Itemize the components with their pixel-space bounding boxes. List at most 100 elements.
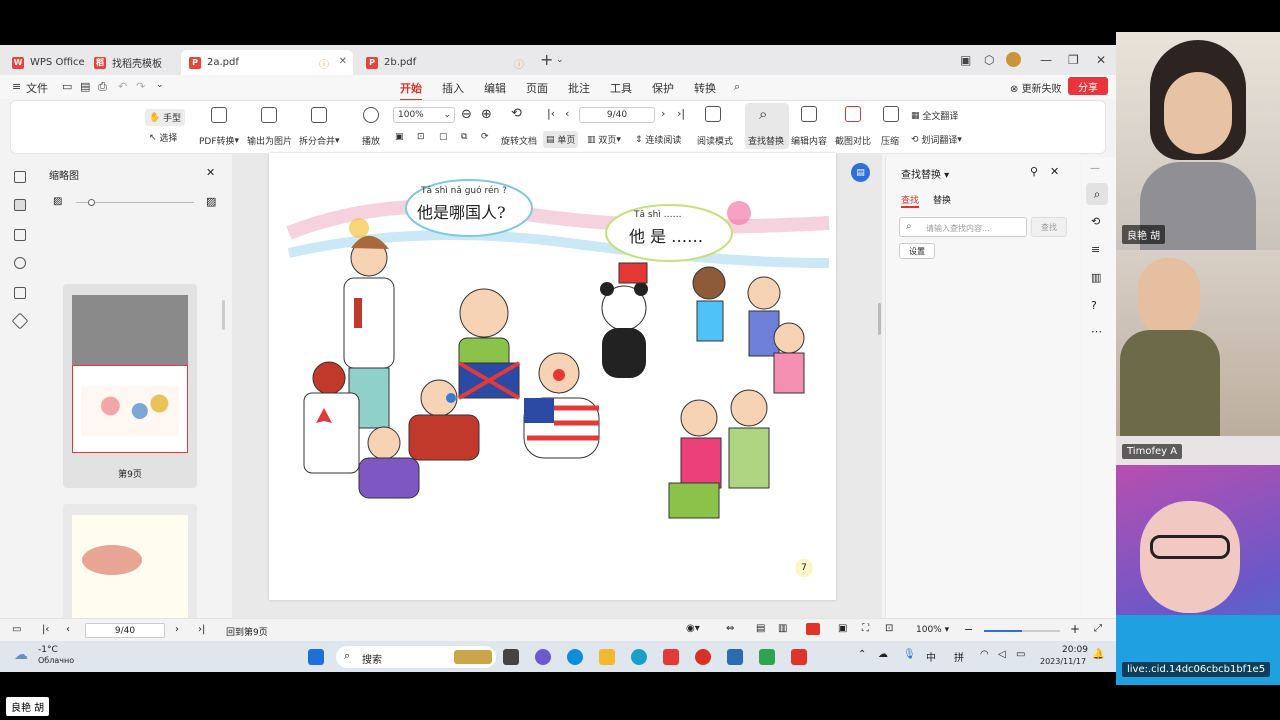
search-panel-icon[interactable]: ⌕ xyxy=(1086,183,1108,205)
book-icon[interactable]: ▥ xyxy=(1091,271,1101,284)
notification-icon[interactable]: 🔔 xyxy=(1092,649,1104,660)
more-icon[interactable]: ⋯ xyxy=(1091,325,1102,338)
edge-icon[interactable] xyxy=(631,649,647,665)
collapse-icon[interactable]: — xyxy=(1090,163,1100,174)
find-button[interactable]: 查找 xyxy=(1031,217,1067,237)
fit-width-icon[interactable]: ⇔ xyxy=(726,623,734,634)
first-page-icon[interactable]: |‹ xyxy=(547,107,555,120)
tab-replace[interactable]: 替换 xyxy=(933,193,951,206)
first-page-icon[interactable]: |‹ xyxy=(42,624,49,635)
zoom-out-icon[interactable]: − xyxy=(964,623,973,636)
windows-start-icon[interactable] xyxy=(308,649,324,665)
copy-icon[interactable]: ⧉ xyxy=(461,132,467,142)
thumbnail-page-9[interactable] xyxy=(72,365,188,453)
thumbnail-selected-frame[interactable]: 第9页 xyxy=(63,284,197,488)
video-tile-teacher[interactable]: 良艳 胡 xyxy=(1116,32,1280,250)
tab-wps-office[interactable]: W WPS Office xyxy=(4,50,93,75)
wifi-icon[interactable]: ◠ xyxy=(980,649,989,660)
thumbnail-next-frame[interactable] xyxy=(63,504,197,627)
hand-tool-button[interactable]: ✋ 手型 xyxy=(145,109,186,126)
fit-icon[interactable]: ▣ xyxy=(395,132,404,142)
close-window-icon[interactable]: ✕ xyxy=(1096,53,1106,67)
play-button[interactable]: 播放 xyxy=(362,134,380,147)
status-zoom[interactable]: 100% ▾ xyxy=(916,625,949,635)
select-tool-button[interactable]: ↖ 选择 xyxy=(149,131,177,145)
single-page-icon[interactable]: ▤ xyxy=(756,623,765,634)
fullscreen-icon[interactable]: ⛶ xyxy=(862,623,869,634)
volume-icon[interactable]: ◁ xyxy=(998,649,1006,660)
clock-date[interactable]: 2023/11/17 xyxy=(1040,657,1086,666)
taskbar-search[interactable]: ⌕ 搜索 xyxy=(336,646,496,668)
skype-icon[interactable] xyxy=(567,649,583,665)
compress-button[interactable]: 压缩 xyxy=(881,134,899,147)
prev-page-icon[interactable]: ‹ xyxy=(66,624,70,635)
zoom-slider[interactable] xyxy=(984,630,1060,632)
play-icon[interactable] xyxy=(806,623,820,635)
ime-chinese[interactable]: 中 xyxy=(926,649,936,664)
full-translate-button[interactable]: ▦ 全文翻译 xyxy=(911,109,958,123)
crop-icon[interactable]: ⊡ xyxy=(417,132,425,142)
clock-time[interactable]: 20:09 xyxy=(1062,645,1088,655)
find-panel-title[interactable]: 查找替换 ▾ xyxy=(901,166,949,181)
back-to-page-link[interactable]: 回到第9页 xyxy=(226,625,268,638)
restore-icon[interactable]: ❐ xyxy=(1068,53,1079,67)
help-icon[interactable]: ? xyxy=(1091,299,1097,312)
zoom-select[interactable]: 100% ⌄ xyxy=(393,107,455,123)
undo-icon[interactable]: ↶ xyxy=(118,80,127,93)
fit-page-icon[interactable]: ▣ xyxy=(838,623,847,634)
print-icon[interactable]: ⎙ xyxy=(98,80,107,94)
layout-icon[interactable]: ▣ xyxy=(960,53,971,67)
document-scrollbar[interactable] xyxy=(878,303,881,335)
tab-2b-pdf[interactable]: P 2b.pdf ⓘ xyxy=(358,50,530,75)
double-page-button[interactable]: ▥ 双页 ▾ xyxy=(587,133,621,147)
prev-page-icon[interactable]: ‹ xyxy=(565,107,569,120)
thumbnail-page-8[interactable] xyxy=(72,295,188,365)
chat-app-icon[interactable] xyxy=(535,649,551,665)
next-page-icon[interactable]: › xyxy=(661,107,665,120)
menu-icon[interactable]: ≡ xyxy=(12,80,21,93)
close-panel-icon[interactable]: ✕ xyxy=(1050,165,1059,178)
bookmark-icon[interactable] xyxy=(14,171,26,183)
pdf-convert-button[interactable]: PDF转换 ▾ xyxy=(199,134,239,148)
translate-icon[interactable]: ⟲ xyxy=(1091,215,1100,228)
menu-insert[interactable]: 插入 xyxy=(442,80,464,96)
file-explorer-icon[interactable] xyxy=(599,649,615,665)
menu-protect[interactable]: 保护 xyxy=(652,80,674,96)
double-page-icon[interactable]: ▥ xyxy=(778,623,787,634)
new-tab-icon[interactable]: + xyxy=(540,50,553,69)
screenshot-icon[interactable]: ⊡ xyxy=(885,623,893,634)
status-page-input[interactable]: 9/40 xyxy=(85,623,165,638)
screenshot-compare-button[interactable]: 截图对比 xyxy=(835,134,871,147)
settings-button[interactable]: 设置 xyxy=(899,243,935,259)
video-tile-student[interactable]: live:.cid.14dc06cbcb1bf1e5 xyxy=(1116,465,1280,685)
menu-tools[interactable]: 工具 xyxy=(610,80,632,96)
read-mode-button[interactable]: 阅读模式 xyxy=(697,134,733,147)
yandex-browser-icon[interactable] xyxy=(695,649,711,665)
split-merge-button[interactable]: 拆分合并 ▾ xyxy=(299,134,340,148)
chevron-down-icon[interactable]: ⌄ xyxy=(556,55,564,65)
battery-icon[interactable]: ▭ xyxy=(1016,649,1025,660)
zoom-out-icon[interactable]: ⊖ xyxy=(461,107,472,122)
folder-icon[interactable]: ▭ xyxy=(62,80,72,93)
menu-page[interactable]: 页面 xyxy=(526,80,548,96)
export-image-button[interactable]: 输出为图片 xyxy=(247,134,292,147)
update-status[interactable]: ⊗ 更新失败 xyxy=(1010,80,1062,95)
menu-edit[interactable]: 编辑 xyxy=(484,80,506,96)
more-chevron-icon[interactable]: ⌄ xyxy=(156,80,164,90)
tray-chevron-icon[interactable]: ⌃ xyxy=(858,649,866,660)
frame-icon[interactable]: ▢ xyxy=(439,132,448,142)
zoom-in-icon[interactable]: + xyxy=(1070,622,1080,636)
sidebar-toggle-icon[interactable]: ▭ xyxy=(12,624,21,635)
find-replace-button[interactable]: 查找替换 xyxy=(748,134,784,147)
rotate-icon[interactable]: ⟲ xyxy=(511,106,522,121)
eye-icon[interactable]: ◉▾ xyxy=(686,623,700,634)
comment-icon[interactable] xyxy=(14,229,26,241)
continuous-read-button[interactable]: ⇕ 连续阅读 xyxy=(635,133,681,147)
cloud-sync-icon[interactable]: ☁ xyxy=(878,649,888,660)
word-translate-button[interactable]: ⟲ 划词翻译 ▾ xyxy=(911,133,962,147)
thumbnail-icon[interactable] xyxy=(14,199,26,211)
layers-icon[interactable] xyxy=(11,312,29,330)
close-panel-icon[interactable]: ✕ xyxy=(206,166,215,179)
rotate-small-icon[interactable]: ⟳ xyxy=(481,132,489,142)
thumbnail-page-10[interactable] xyxy=(72,515,188,627)
